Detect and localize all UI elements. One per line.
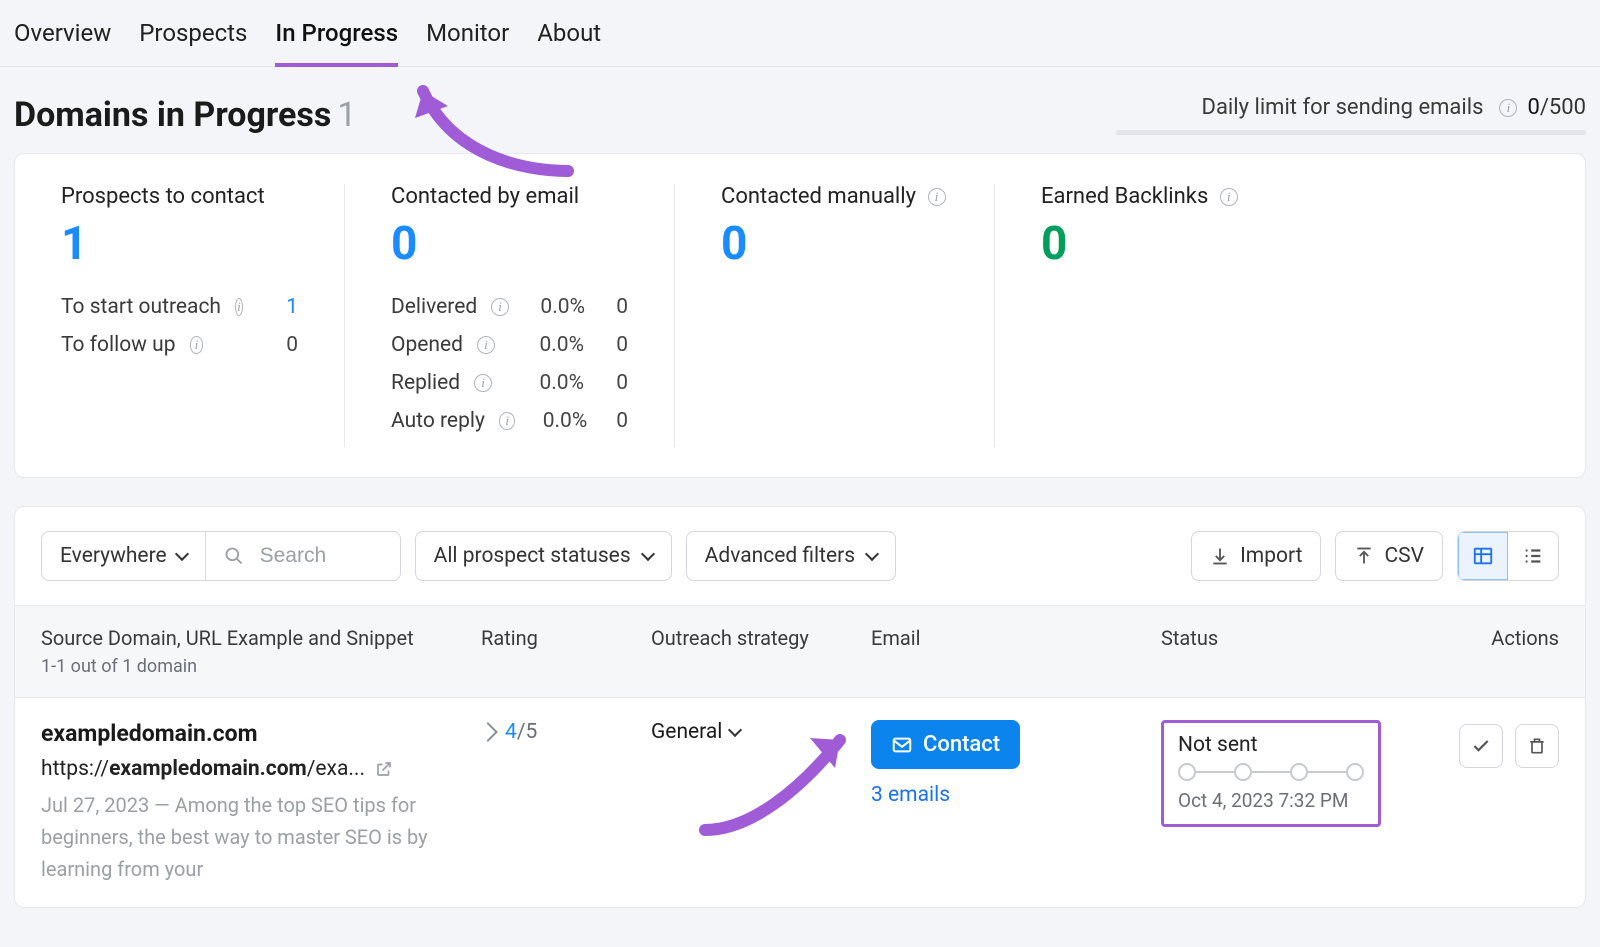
stat-backlinks-label: Earned Backlinks i bbox=[1041, 184, 1539, 209]
external-link-icon bbox=[375, 760, 393, 778]
substat-follow-up: To follow up i 0 bbox=[61, 333, 298, 357]
stat-prospects-value: 1 bbox=[61, 221, 298, 267]
scope-dropdown[interactable]: Everywhere bbox=[42, 532, 205, 580]
cell-source: exampledomain.com https://exampledomain.… bbox=[41, 720, 481, 885]
mail-icon bbox=[891, 734, 913, 756]
scope-search-group: Everywhere bbox=[41, 531, 401, 581]
import-button[interactable]: Import bbox=[1191, 531, 1321, 581]
tab-overview[interactable]: Overview bbox=[14, 1, 111, 65]
th-actions: Actions bbox=[1441, 626, 1559, 650]
page-title-count: 1 bbox=[337, 95, 356, 135]
info-icon[interactable]: i bbox=[928, 188, 946, 206]
info-icon[interactable]: i bbox=[1499, 99, 1517, 117]
view-list-button[interactable] bbox=[1508, 532, 1558, 580]
th-status: Status bbox=[1161, 626, 1441, 650]
domains-table-card: Everywhere All prospect statuses Advance… bbox=[14, 506, 1586, 908]
chevron-down-icon bbox=[865, 547, 879, 561]
emails-link[interactable]: 3 emails bbox=[871, 783, 1161, 807]
cell-actions bbox=[1441, 720, 1559, 768]
delete-button[interactable] bbox=[1515, 724, 1559, 768]
stat-prospects: Prospects to contact 1 To start outreach… bbox=[15, 184, 345, 447]
filter-bar: Everywhere All prospect statuses Advance… bbox=[15, 507, 1585, 605]
stat-emailed-value: 0 bbox=[391, 221, 628, 267]
status-filter-dropdown[interactable]: All prospect statuses bbox=[415, 531, 672, 581]
status-steps bbox=[1178, 763, 1364, 781]
tab-in-progress[interactable]: In Progress bbox=[275, 1, 398, 65]
page-title: Domains in Progress1 bbox=[14, 95, 356, 135]
stats-card: Prospects to contact 1 To start outreach… bbox=[14, 153, 1586, 478]
daily-limit: Daily limit for sending emails i 0/500 bbox=[1116, 95, 1586, 135]
th-strategy: Outreach strategy bbox=[651, 626, 871, 650]
stat-manual: Contacted manually i 0 bbox=[675, 184, 995, 447]
download-icon bbox=[1210, 546, 1230, 566]
stat-backlinks-value: 0 bbox=[1041, 221, 1539, 267]
list-icon bbox=[1522, 545, 1544, 567]
info-icon[interactable]: i bbox=[190, 336, 204, 354]
tabs-bar: Overview Prospects In Progress Monitor A… bbox=[0, 0, 1600, 67]
info-icon[interactable]: i bbox=[477, 336, 495, 354]
stat-prospects-label: Prospects to contact bbox=[61, 184, 298, 209]
chevron-right-icon bbox=[478, 722, 498, 742]
tab-prospects[interactable]: Prospects bbox=[139, 1, 247, 65]
chevron-down-icon bbox=[175, 547, 189, 561]
domain-url[interactable]: https://exampledomain.com/exa... bbox=[41, 757, 481, 781]
view-table-button[interactable] bbox=[1458, 532, 1508, 580]
trash-icon bbox=[1527, 736, 1547, 756]
contact-button[interactable]: Contact bbox=[871, 720, 1020, 769]
daily-limit-progress bbox=[1116, 130, 1586, 135]
snippet: Jul 27, 2023 — Among the top SEO tips fo… bbox=[41, 789, 441, 885]
status-date: Oct 4, 2023 7:32 PM bbox=[1178, 789, 1364, 812]
substat-start-outreach: To start outreach i 1 bbox=[61, 295, 298, 319]
search-icon bbox=[224, 546, 244, 566]
table-range: 1-1 out of 1 domain bbox=[41, 656, 481, 677]
info-icon[interactable]: i bbox=[1220, 188, 1238, 206]
table-icon bbox=[1472, 545, 1494, 567]
table-header: Source Domain, URL Example and Snippet 1… bbox=[15, 605, 1585, 698]
info-icon[interactable]: i bbox=[491, 298, 509, 316]
search-icon-wrap bbox=[206, 532, 250, 580]
cell-strategy[interactable]: General bbox=[651, 720, 871, 744]
table-row: exampledomain.com https://exampledomain.… bbox=[15, 698, 1585, 907]
status-label: Not sent bbox=[1178, 733, 1364, 757]
stat-manual-value: 0 bbox=[721, 221, 948, 267]
info-icon[interactable]: i bbox=[235, 298, 243, 316]
cell-status: Not sent Oct 4, 2023 7:32 PM bbox=[1161, 720, 1441, 827]
th-source: Source Domain, URL Example and Snippet bbox=[41, 626, 481, 650]
check-icon bbox=[1471, 736, 1491, 756]
info-icon[interactable]: i bbox=[474, 374, 492, 392]
stat-manual-label: Contacted manually i bbox=[721, 184, 948, 209]
view-toggle bbox=[1457, 531, 1559, 581]
info-icon[interactable]: i bbox=[499, 412, 516, 430]
advanced-filters-dropdown[interactable]: Advanced filters bbox=[686, 531, 896, 581]
upload-icon bbox=[1354, 546, 1374, 566]
tab-about[interactable]: About bbox=[537, 1, 601, 65]
page-header: Domains in Progress1 Daily limit for sen… bbox=[0, 67, 1600, 153]
chevron-down-icon bbox=[728, 723, 742, 737]
daily-limit-label: Daily limit for sending emails bbox=[1202, 95, 1484, 120]
daily-limit-value: 0/500 bbox=[1527, 95, 1586, 120]
domain-name[interactable]: exampledomain.com bbox=[41, 720, 481, 747]
th-rating: Rating bbox=[481, 626, 651, 650]
search-input[interactable] bbox=[250, 532, 400, 580]
status-box: Not sent Oct 4, 2023 7:32 PM bbox=[1161, 720, 1381, 827]
mark-done-button[interactable] bbox=[1459, 724, 1503, 768]
export-csv-button[interactable]: CSV bbox=[1335, 531, 1443, 581]
tab-monitor[interactable]: Monitor bbox=[426, 1, 509, 65]
th-email: Email bbox=[871, 626, 1161, 650]
stat-backlinks: Earned Backlinks i 0 bbox=[995, 184, 1585, 447]
cell-email: Contact 3 emails bbox=[871, 720, 1161, 807]
cell-rating[interactable]: 4/5 bbox=[481, 720, 651, 744]
chevron-down-icon bbox=[641, 547, 655, 561]
stat-emailed: Contacted by email 0 Deliveredi0.0%0 Ope… bbox=[345, 184, 675, 447]
stat-emailed-label: Contacted by email bbox=[391, 184, 628, 209]
